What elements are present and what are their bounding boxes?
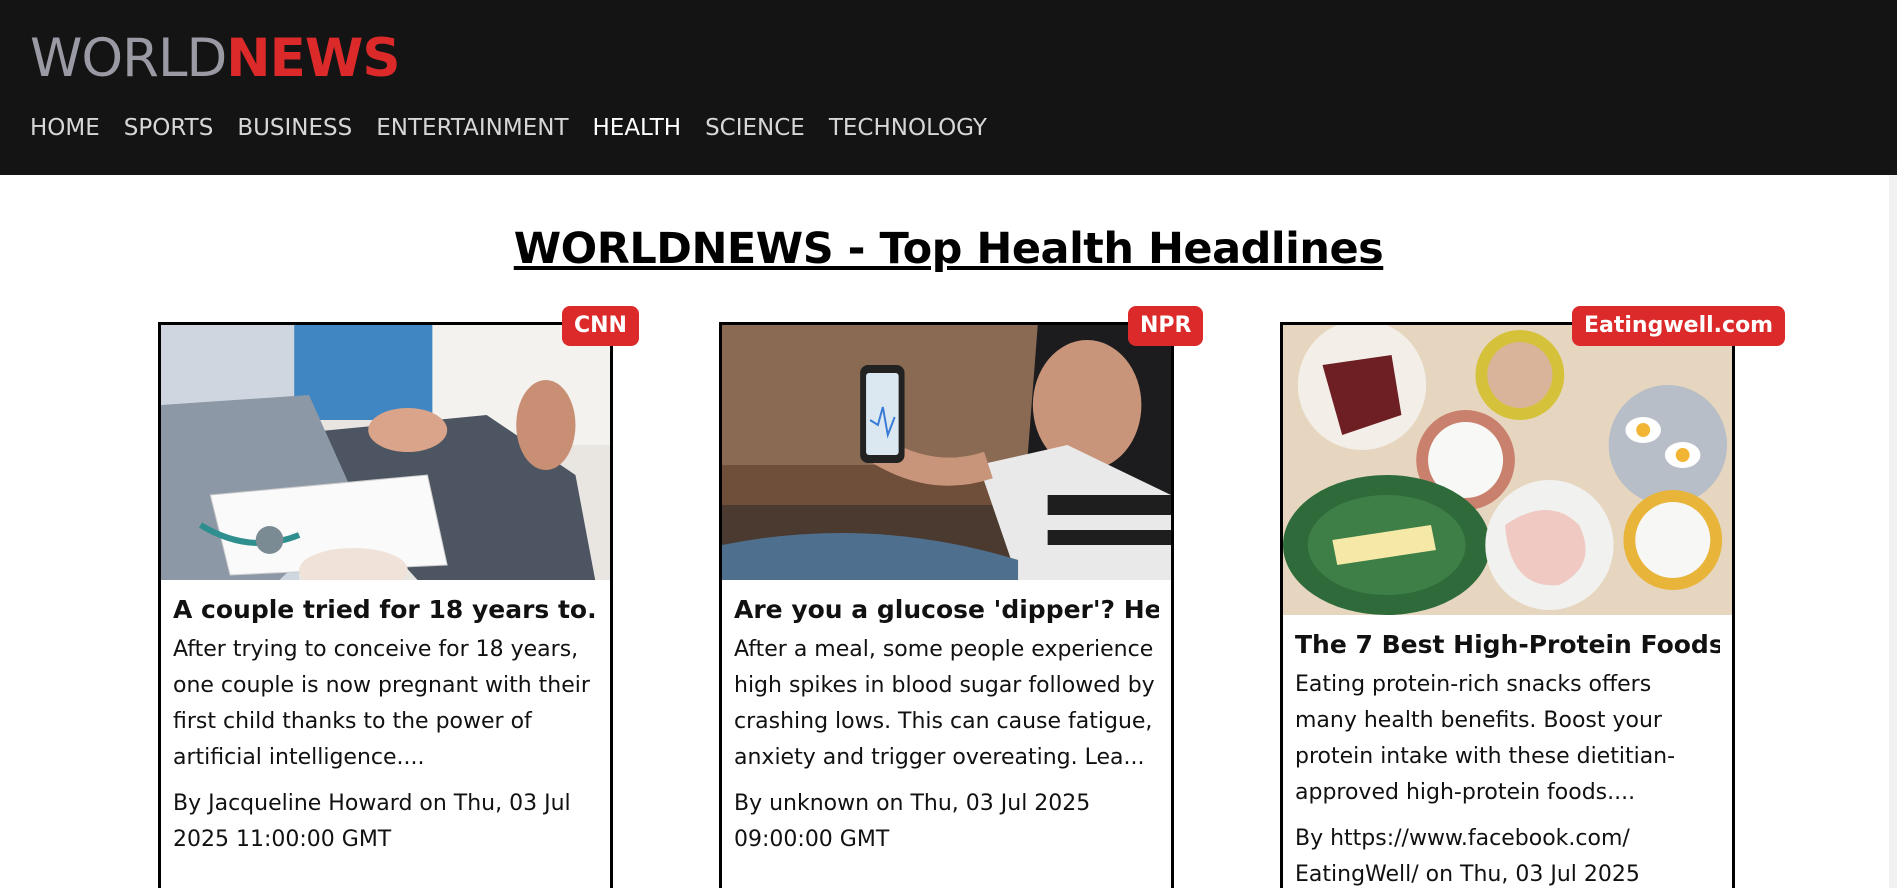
- nav-item-health[interactable]: HEALTH: [593, 112, 682, 144]
- source-badge: CNN: [562, 306, 639, 346]
- source-badge: NPR: [1128, 306, 1204, 346]
- main-nav: HOME SPORTS BUSINESS ENTERTAINMENT HEALT…: [30, 112, 987, 144]
- article-title[interactable]: A couple tried for 18 years to...: [173, 590, 598, 630]
- article-meta: By Jacqueline Howard on Thu, 03 Jul 2025…: [173, 791, 571, 852]
- nav-item-technology[interactable]: TECHNOLOGY: [829, 112, 987, 144]
- logo-world: WORLD: [30, 28, 227, 89]
- article-image[interactable]: [1283, 325, 1732, 615]
- page-title: WORLDNEWS - Top Health Headlines: [513, 224, 1384, 274]
- logo-news: NEWS: [226, 28, 400, 89]
- article-body: The 7 Best High-Protein Foods ... Eating…: [1283, 615, 1732, 888]
- article-description: After trying to conceive for 18 years, o…: [173, 637, 590, 770]
- article-body: A couple tried for 18 years to... After …: [161, 580, 610, 858]
- article-body: Are you a glucose 'dipper'? He... After …: [722, 580, 1171, 858]
- nav-item-sports[interactable]: SPORTS: [124, 112, 214, 144]
- site-logo[interactable]: WORLDNEWS: [30, 26, 401, 92]
- article-image[interactable]: [722, 325, 1171, 580]
- article-card[interactable]: A couple tried for 18 years to... After …: [158, 322, 613, 888]
- nav-item-business[interactable]: BUSINESS: [237, 112, 352, 144]
- article-description: After a meal, some people experience hig…: [734, 637, 1155, 770]
- article-card[interactable]: Are you a glucose 'dipper'? He... After …: [719, 322, 1174, 888]
- nav-item-science[interactable]: SCIENCE: [705, 112, 805, 144]
- article-title[interactable]: The 7 Best High-Protein Foods ...: [1295, 625, 1720, 665]
- page-scrollbar[interactable]: [1889, 175, 1897, 888]
- article-title[interactable]: Are you a glucose 'dipper'? He...: [734, 590, 1159, 630]
- article-description: Eating protein-rich snacks offers many h…: [1295, 672, 1676, 805]
- article-meta: By https://www.facebook.com/ EatingWell/…: [1295, 826, 1640, 887]
- nav-item-home[interactable]: HOME: [30, 112, 100, 144]
- source-badge: Eatingwell.com: [1572, 306, 1786, 346]
- navbar: WORLDNEWS HOME SPORTS BUSINESS ENTERTAIN…: [0, 0, 1897, 175]
- article-meta: By unknown on Thu, 03 Jul 2025 09:00:00 …: [734, 791, 1091, 852]
- article-image[interactable]: [161, 325, 610, 580]
- article-card[interactable]: The 7 Best High-Protein Foods ... Eating…: [1280, 322, 1735, 888]
- nav-item-entertainment[interactable]: ENTERTAINMENT: [376, 112, 568, 144]
